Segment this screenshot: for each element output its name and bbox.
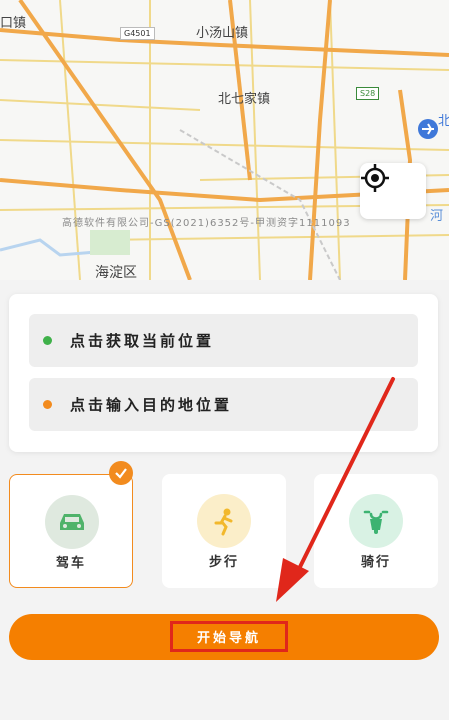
locate-button[interactable] [360, 163, 426, 219]
location-panel: 点击获取当前位置 点击输入目的地位置 [9, 294, 438, 452]
car-icon [45, 495, 99, 549]
mode-walk-card[interactable]: 步行 [162, 474, 286, 588]
map-label-town: 口镇 [0, 16, 27, 31]
map-view[interactable]: 口镇 G4501 小汤山镇 北七家镇 S28 北 河 海淀区 高德软件有限公司-… [0, 0, 449, 280]
map-label-xiaotangshan: 小汤山镇 [196, 26, 249, 41]
map-label-haidian: 海淀区 [95, 265, 137, 280]
current-location-text: 点击获取当前位置 [70, 332, 215, 350]
map-label-river: 河 [430, 209, 444, 224]
mode-ride-label: 骑行 [360, 555, 391, 570]
walk-icon [197, 494, 251, 548]
current-location-field[interactable]: 点击获取当前位置 [29, 314, 418, 367]
map-label-beiqijia: 北七家镇 [218, 92, 271, 107]
road-badge-s28: S28 [356, 87, 380, 100]
current-location-dot-icon [43, 336, 52, 345]
map-label-right: 北 [438, 114, 449, 129]
destination-dot-icon [43, 400, 52, 409]
map-copyright: 高德软件有限公司-GS(2021)6352号-甲测资字1111093 [62, 218, 351, 229]
mode-ride-card[interactable]: 骑行 [314, 474, 438, 588]
destination-field[interactable]: 点击输入目的地位置 [29, 378, 418, 431]
scooter-icon [349, 494, 403, 548]
destination-text: 点击输入目的地位置 [70, 396, 233, 414]
mode-drive-card[interactable]: 驾车 [9, 474, 133, 588]
map-roads [0, 0, 449, 280]
start-navigation-label: 开始导航 [170, 621, 288, 652]
selected-check-icon [109, 461, 133, 485]
crosshair-icon [361, 164, 389, 192]
road-badge-g4501: G4501 [120, 27, 155, 40]
airport-icon [418, 119, 438, 139]
mode-walk-label: 步行 [208, 555, 239, 570]
mode-drive-label: 驾车 [55, 556, 86, 571]
